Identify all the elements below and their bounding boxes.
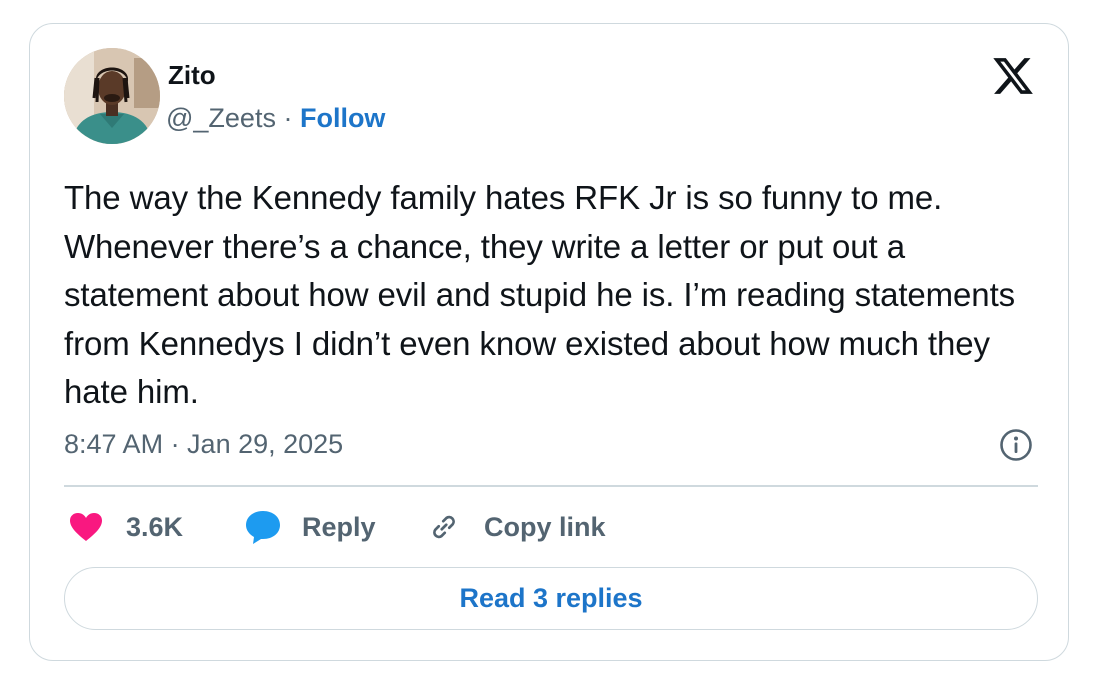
copy-link-label: Copy link xyxy=(484,512,606,542)
author-name[interactable]: Zito xyxy=(168,60,216,90)
x-logo-icon[interactable] xyxy=(990,54,1036,98)
read-replies-button[interactable]: Read 3 replies xyxy=(64,567,1038,630)
reply-label: Reply xyxy=(302,512,376,542)
copy-link-button[interactable]: Copy link xyxy=(426,509,606,545)
tweet-card: Zito @_Zeets · Follow The way the Kenned… xyxy=(29,23,1069,661)
divider xyxy=(64,485,1038,487)
author-handle[interactable]: @_Zeets xyxy=(166,103,276,133)
heart-icon xyxy=(70,513,102,541)
subline-separator: · xyxy=(275,103,300,133)
author-subline: @_Zeets · Follow xyxy=(166,102,385,134)
reply-button[interactable]: Reply xyxy=(244,509,376,545)
speech-bubble-icon xyxy=(246,511,280,544)
info-icon[interactable] xyxy=(999,428,1033,462)
follow-button[interactable]: Follow xyxy=(300,103,385,133)
tweet-timestamp[interactable]: 8:47 AM · Jan 29, 2025 xyxy=(64,428,343,460)
link-icon xyxy=(433,515,455,539)
avatar-image xyxy=(64,48,160,144)
like-button[interactable]: 3.6K xyxy=(68,509,183,545)
avatar[interactable] xyxy=(64,48,160,144)
tweet-text: The way the Kennedy family hates RFK Jr … xyxy=(64,179,1016,410)
like-count: 3.6K xyxy=(126,512,184,542)
